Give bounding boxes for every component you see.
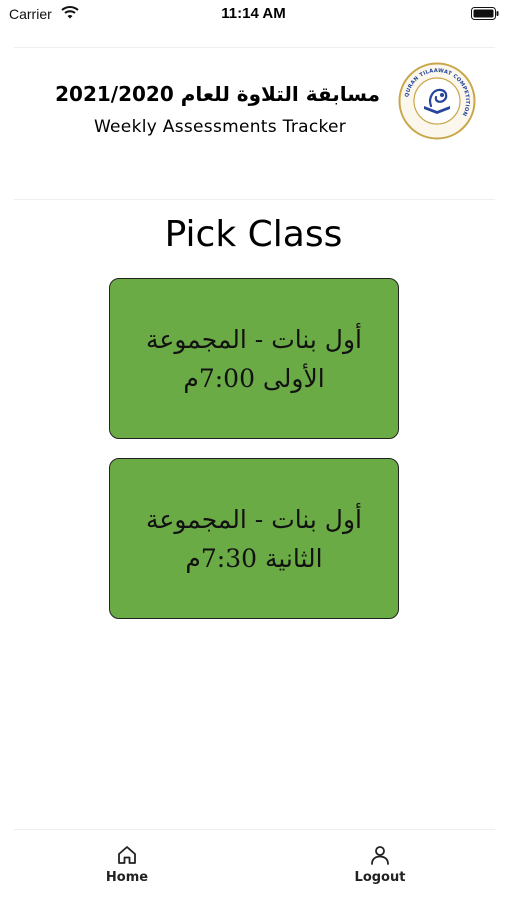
page-title: Pick Class	[164, 214, 343, 255]
home-icon	[118, 846, 136, 864]
header-bottom-divider	[14, 199, 495, 200]
competition-logo: QURAN TILAAWAT COMPETITION	[398, 62, 476, 140]
tab-logout-label: Logout	[354, 870, 406, 885]
class-card-label: أول بنات - المجموعة الأولى 7:00م	[146, 324, 362, 393]
tab-logout[interactable]: Logout	[330, 843, 430, 885]
class-card-group-1[interactable]: أول بنات - المجموعة الأولى 7:00م	[109, 278, 399, 439]
bottom-tab-bar: Home Logout	[0, 829, 507, 900]
tab-home-label: Home	[105, 870, 149, 885]
status-time: 11:14 AM	[221, 5, 286, 22]
user-icon	[371, 846, 389, 865]
class-card-label: أول بنات - المجموعة الثانية 7:30م	[146, 504, 362, 573]
competition-title: مسابقة التلاوة للعام 2021/2020	[55, 82, 380, 106]
battery-icon	[471, 7, 499, 20]
app-header: مسابقة التلاوة للعام 2021/2020 Weekly As…	[0, 48, 507, 200]
tracker-subtitle: Weekly Assessments Tracker	[93, 117, 347, 137]
status-bar: Carrier 11:14 AM	[0, 0, 507, 30]
class-list: أول بنات - المجموعة الأولى 7:00م أول بنا…	[109, 278, 399, 638]
class-card-group-2[interactable]: أول بنات - المجموعة الثانية 7:30م	[109, 458, 399, 619]
tab-home[interactable]: Home	[77, 843, 177, 885]
